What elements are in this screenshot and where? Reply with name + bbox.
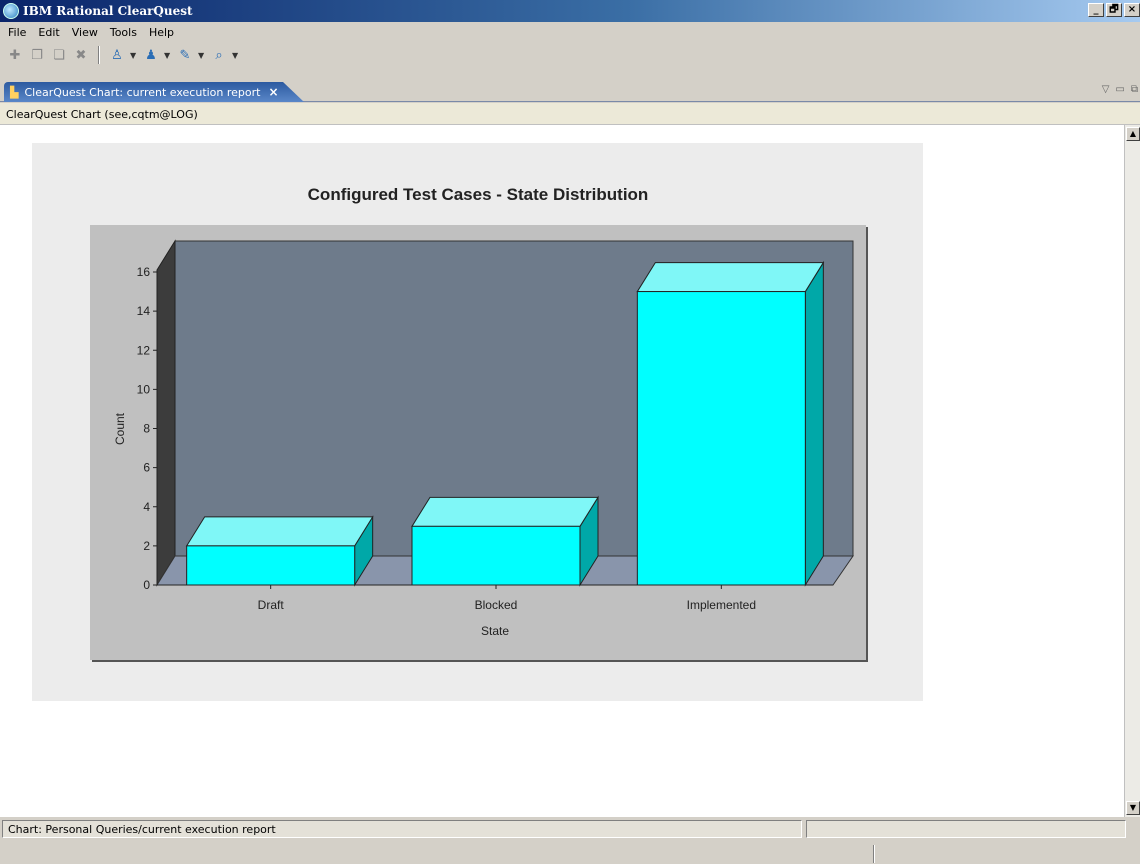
minimize-button[interactable]: _ (1088, 3, 1104, 17)
bottom-bar (0, 841, 1140, 864)
window-title: IBM Rational ClearQuest (23, 4, 193, 18)
chart-panel: Configured Test Cases - State Distributi… (32, 143, 923, 701)
bar-top (185, 516, 374, 547)
user-icon[interactable]: ♙ (108, 46, 126, 64)
y-tick-label: 4 (143, 500, 150, 514)
y-axis-label: Count (113, 412, 127, 445)
editor-tab-strip: ▙ ClearQuest Chart: current execution re… (0, 82, 1140, 102)
y-tick-label: 8 (143, 422, 150, 436)
x-tick-label: Implemented (687, 598, 756, 612)
find-record-icon[interactable]: ⌕ (210, 46, 228, 64)
y-tick-label: 10 (137, 382, 151, 396)
paste-icon[interactable]: ❏ (50, 46, 68, 64)
bar-front (636, 291, 806, 586)
scroll-down-icon[interactable]: ▼ (1126, 801, 1140, 815)
menu-help[interactable]: Help (143, 26, 180, 39)
view-menu-icon[interactable]: ▽ (1102, 84, 1110, 95)
chevron-down-icon[interactable]: ▼ (164, 51, 172, 60)
editor-header: ClearQuest Chart (see,cqtm@LOG) (0, 103, 1140, 125)
menu-view[interactable]: View (66, 26, 104, 39)
close-icon[interactable]: × (268, 85, 278, 99)
bar (411, 495, 599, 587)
bar-front (186, 545, 356, 586)
bar-chart: Configured Test Cases - State Distributi… (90, 185, 868, 662)
new-icon[interactable]: ✚ (6, 46, 24, 64)
bar (185, 515, 374, 587)
chart-icon: ▙ (10, 85, 19, 99)
x-tick-label: Blocked (475, 598, 518, 612)
title-bar: IBM Rational ClearQuest _ 🗗 × (0, 0, 1140, 22)
users-icon[interactable]: ♟ (142, 46, 160, 64)
bar-top (636, 262, 825, 293)
y-tick-label: 6 (143, 461, 150, 475)
y-tick-label: 0 (143, 578, 150, 592)
clearquest-app-icon (3, 3, 19, 19)
y-tick-label: 16 (137, 265, 151, 279)
y-tick-label: 2 (143, 539, 150, 553)
minimize-view-icon[interactable]: ▭ (1115, 84, 1124, 95)
scroll-up-icon[interactable]: ▲ (1126, 127, 1140, 141)
y-tick-label: 12 (137, 343, 151, 357)
bar-top (411, 496, 599, 527)
delete-icon[interactable]: ✖ (72, 46, 90, 64)
bar-front (411, 525, 581, 586)
chevron-down-icon[interactable]: ▼ (130, 51, 138, 60)
window-controls: _ 🗗 × (1088, 3, 1140, 17)
bar-side (804, 260, 824, 587)
y-tick-label: 14 (137, 304, 151, 318)
menu-tools[interactable]: Tools (104, 26, 143, 39)
chart-title: Configured Test Cases - State Distributi… (308, 185, 649, 204)
copy-icon[interactable]: ❐ (28, 46, 46, 64)
status-left: Chart: Personal Queries/current executio… (2, 820, 802, 838)
bottom-divider (873, 845, 875, 863)
restore-button[interactable]: 🗗 (1106, 3, 1122, 17)
status-right (806, 820, 1126, 838)
menu-bar: File Edit View Tools Help (0, 22, 1140, 42)
maximize-view-icon[interactable]: ⧉ (1131, 84, 1138, 95)
menu-edit[interactable]: Edit (32, 26, 65, 39)
edit-record-icon[interactable]: ✎ (176, 46, 194, 64)
status-bar: Chart: Personal Queries/current executio… (0, 818, 1140, 840)
vertical-scrollbar[interactable]: ▲ ▼ (1124, 125, 1140, 817)
plot-side-wall (156, 239, 176, 587)
x-tick-label: Draft (258, 598, 285, 612)
close-button[interactable]: × (1124, 3, 1140, 17)
tab-chart-label: ClearQuest Chart: current execution repo… (24, 85, 261, 99)
toolbar-separator (98, 46, 100, 64)
bar (636, 260, 825, 587)
chevron-down-icon[interactable]: ▼ (198, 51, 206, 60)
chevron-down-icon[interactable]: ▼ (232, 51, 240, 60)
view-controls: ▽ ▭ ⧉ (1102, 84, 1138, 95)
tab-chart[interactable]: ▙ ClearQuest Chart: current execution re… (4, 82, 304, 102)
x-axis-label: State (481, 624, 509, 638)
toolbar: ✚ ❐ ❏ ✖ ♙ ▼ ♟ ▼ ✎ ▼ ⌕ ▼ (0, 43, 1140, 67)
menu-file[interactable]: File (2, 26, 32, 39)
